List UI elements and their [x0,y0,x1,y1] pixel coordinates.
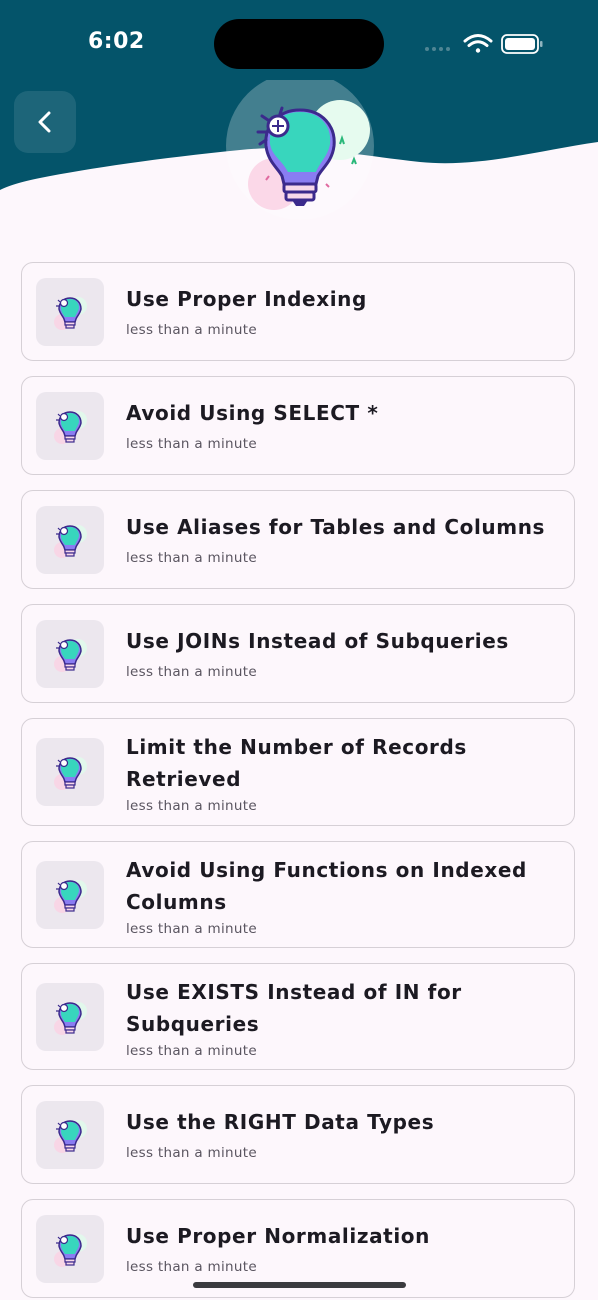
chevron-left-icon [38,111,51,133]
tip-title: Avoid Using Functions on Indexed Columns [126,858,527,914]
status-time: 6:02 [88,29,145,54]
tip-duration: less than a minute [126,322,257,338]
tip-thumbnail [36,983,104,1051]
tip-card[interactable]: Use Proper Indexing less than a minute [21,262,575,361]
tip-duration: less than a minute [126,798,257,814]
lightbulb-icon [226,80,374,220]
tip-duration: less than a minute [126,1259,257,1275]
tip-title: Avoid Using SELECT * [126,401,379,425]
tip-thumbnail [36,1215,104,1283]
tip-title: Use EXISTS Instead of IN for Subqueries [126,980,462,1036]
tip-thumbnail [36,506,104,574]
tip-thumbnail [36,738,104,806]
dynamic-island [214,19,384,69]
lightbulb-icon [54,757,87,790]
tip-card[interactable]: Avoid Using SELECT * less than a minute [21,376,575,475]
lightbulb-icon [54,1120,87,1153]
tip-card[interactable]: Limit the Number of Records Retrieved les… [21,718,575,826]
signal-icon [425,47,450,51]
tip-duration: less than a minute [126,1043,257,1059]
lightbulb-icon [54,639,87,672]
tip-thumbnail [36,392,104,460]
tip-title: Use Aliases for Tables and Columns [126,515,546,539]
tip-thumbnail [36,1101,104,1169]
tip-thumbnail [36,861,104,929]
tip-title: Use Proper Normalization [126,1224,430,1248]
tip-title: Limit the Number of Records Retrieved [126,735,467,791]
tip-duration: less than a minute [126,664,257,680]
tip-thumbnail [36,620,104,688]
tip-card[interactable]: Use JOINs Instead of Subqueries less than… [21,604,575,703]
battery-icon [501,34,543,54]
tip-duration: less than a minute [126,1145,257,1161]
tip-card[interactable]: Use the RIGHT Data Types less than a minu… [21,1085,575,1184]
tip-duration: less than a minute [126,550,257,566]
tip-card[interactable]: Use EXISTS Instead of IN for Subqueries l… [21,963,575,1070]
tip-card[interactable]: Use Aliases for Tables and Columns less t… [21,490,575,589]
lightbulb-icon [54,411,87,444]
tip-duration: less than a minute [126,921,257,937]
tip-title: Use the RIGHT Data Types [126,1110,435,1134]
tip-title: Use Proper Indexing [126,287,367,311]
lightbulb-icon [54,525,87,558]
status-icons [425,34,543,54]
wifi-icon [463,34,493,53]
tip-card[interactable]: Avoid Using Functions on Indexed Columns… [21,841,575,948]
tip-duration: less than a minute [126,436,257,452]
lightbulb-icon [54,880,87,913]
home-indicator [193,1282,406,1288]
lightbulb-icon [54,297,87,330]
lightbulb-icon [54,1234,87,1267]
tip-thumbnail [36,278,104,346]
tip-title: Use JOINs Instead of Subqueries [126,629,509,653]
back-button[interactable] [14,91,76,153]
lightbulb-icon [54,1002,87,1035]
header: 6:02 [0,0,598,240]
